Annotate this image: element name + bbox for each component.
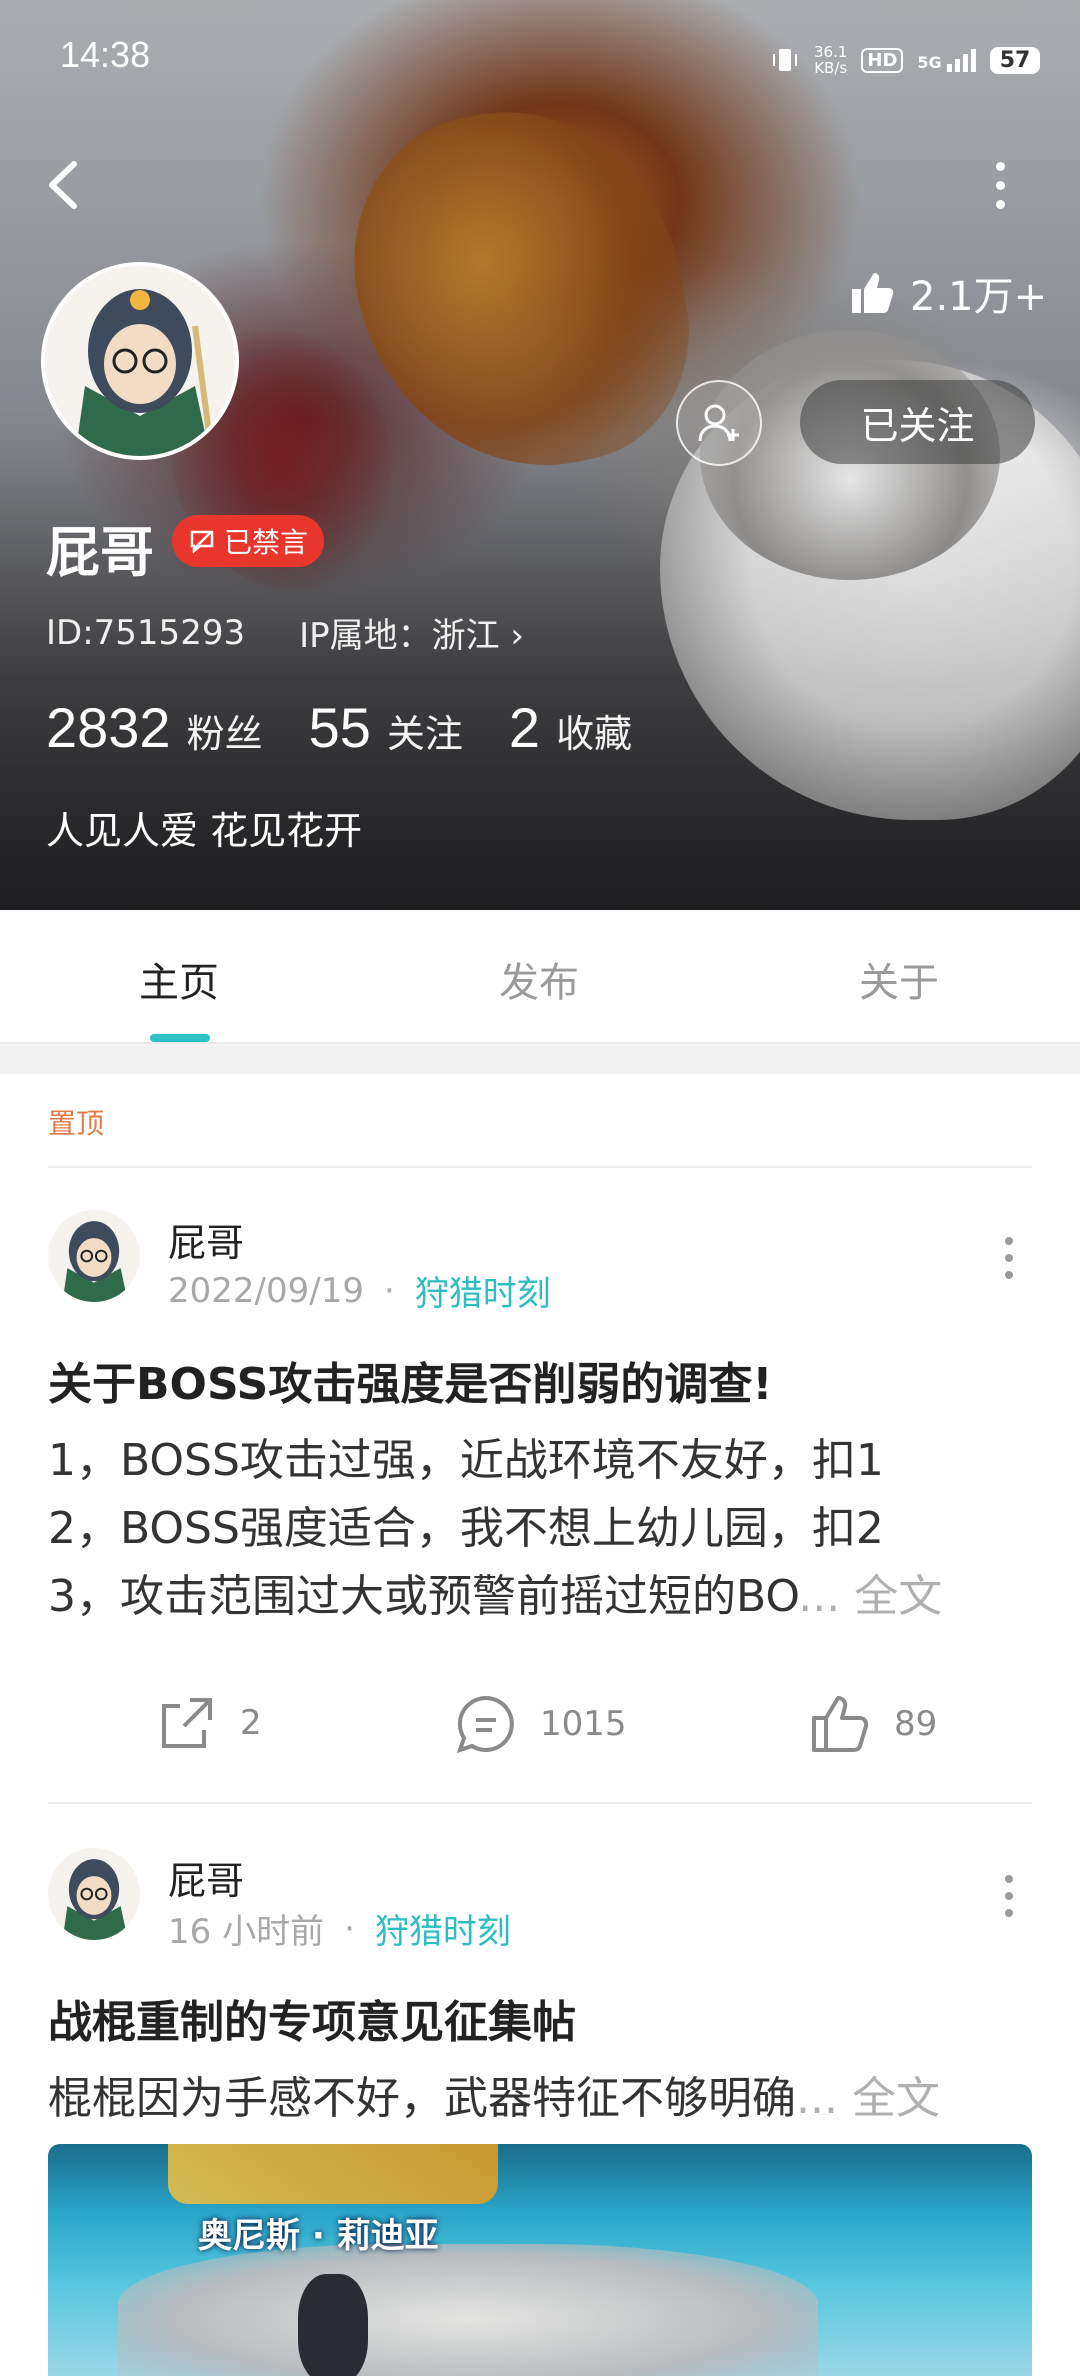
post-image[interactable]: 奥尼斯 · 莉迪亚 (48, 2144, 1032, 2376)
post-more-icon[interactable] (994, 1866, 1024, 1926)
like-count: 89 (894, 1704, 938, 1744)
back-button[interactable] (40, 150, 90, 220)
divider (48, 1802, 1032, 1804)
post-body-line[interactable]: 2，BOSS强度适合，我不想上幼儿园，扣2 (48, 1492, 884, 1556)
profile-tabs: 主页 发布 关于 (0, 910, 1080, 1044)
comment-action[interactable]: 1015 (454, 1692, 627, 1756)
following-count[interactable]: 55 (309, 695, 371, 760)
follow-button[interactable]: 已关注 (800, 380, 1035, 464)
post-date: 16 小时前 (168, 1912, 325, 1952)
chat-bubble-icon (190, 530, 214, 554)
post-meta: 16 小时前 · 狩猎时刻 (168, 1904, 511, 1953)
post-topic[interactable]: 狩猎时刻 (375, 1904, 511, 1953)
full-text-link[interactable]: 全文 (854, 1571, 942, 1622)
image-banner (168, 2144, 498, 2204)
avatar-illustration (48, 1848, 140, 1940)
avatar-illustration (45, 266, 235, 456)
post-body-line[interactable]: 1，BOSS攻击过强，近战环境不友好，扣1 (48, 1424, 884, 1488)
avatar[interactable] (45, 266, 235, 456)
following-label[interactable]: 关注 (387, 703, 463, 758)
avatar-illustration (48, 1210, 140, 1302)
post-topic[interactable]: 狩猎时刻 (415, 1266, 551, 1315)
post-ellipsis: ... (798, 1571, 855, 1622)
id-ip-line: ID:7515293 IP属地：浙江 › (46, 608, 524, 657)
signal-icon: 5G (917, 48, 976, 72)
tab-about[interactable]: 关于 (859, 950, 939, 1008)
active-tab-indicator (150, 1034, 210, 1042)
post-more-icon[interactable] (994, 1228, 1024, 1288)
ip-location[interactable]: IP属地：浙江 › (299, 608, 524, 657)
comment-icon (456, 1695, 514, 1754)
share-count: 2 (240, 1703, 262, 1743)
full-text-link[interactable]: 全文 (852, 2073, 940, 2124)
hd-icon: HD (861, 47, 904, 73)
back-arrow-icon (49, 161, 77, 209)
post-avatar[interactable] (48, 1210, 140, 1302)
like-action[interactable]: 89 (808, 1692, 937, 1756)
divider (48, 1166, 1032, 1168)
battery-icon: 57 (989, 46, 1041, 74)
add-friend-button[interactable] (676, 380, 762, 466)
followers-label[interactable]: 粉丝 (187, 703, 263, 758)
post-author[interactable]: 屁哥 (168, 1212, 244, 1267)
network-speed: 36.1 KB/s (814, 43, 848, 77)
status-icons: 36.1 KB/s HD 5G 57 (770, 40, 1041, 80)
post-body-line[interactable]: 棍棍因为手感不好，武器特征不够明确... 全文 (48, 2062, 940, 2126)
likes-count: 2.1万+ (910, 274, 1048, 320)
profile-stats: 2832 粉丝 55 关注 2 收藏 (46, 695, 678, 760)
pinned-label: 置顶 (48, 1107, 105, 1140)
add-friend-icon (698, 404, 739, 442)
username: 屁哥 (46, 521, 154, 584)
post-ellipsis: ... (796, 2073, 852, 2124)
post-title[interactable]: 战棍重制的专项意见征集帖 (48, 1986, 576, 2050)
image-character (298, 2274, 368, 2376)
tab-home[interactable]: 主页 (139, 950, 219, 1008)
share-action[interactable]: 2 (156, 1692, 262, 1754)
meta-separator: · (383, 1270, 395, 1311)
post-title[interactable]: 关于BOSS攻击强度是否削弱的调查! (48, 1348, 772, 1412)
bio: 人见人爱 花见花开 (46, 809, 363, 853)
post-avatar[interactable] (48, 1848, 140, 1940)
post-body-line[interactable]: 3，攻击范围过大或预警前摇过短的BO... 全文 (48, 1560, 942, 1624)
post-meta: 2022/09/19 · 狩猎时刻 (168, 1266, 551, 1315)
favorites-count[interactable]: 2 (509, 695, 540, 760)
comment-count: 1015 (540, 1704, 627, 1744)
image-caption: 奥尼斯 · 莉迪亚 (198, 2216, 439, 2256)
thumb-up-icon (852, 273, 894, 313)
likes-total: 2.1万+ (848, 264, 1047, 322)
ban-badge-label: 已禁言 (224, 526, 309, 559)
share-icon (162, 1698, 212, 1748)
user-id: ID:7515293 (46, 612, 246, 653)
tab-posts[interactable]: 发布 (499, 950, 579, 1008)
post-author[interactable]: 屁哥 (168, 1850, 244, 1905)
image-rock (118, 2244, 818, 2376)
more-vertical-icon[interactable] (970, 150, 1030, 220)
like-icon (812, 1696, 869, 1752)
post-date: 2022/09/19 (168, 1270, 364, 1311)
ban-badge: 已禁言 (172, 515, 325, 567)
section-separator (0, 1044, 1080, 1074)
followers-count[interactable]: 2832 (46, 695, 171, 760)
favorites-label[interactable]: 收藏 (556, 703, 632, 758)
meta-separator: · (344, 1908, 355, 1949)
vibrate-icon (773, 49, 797, 71)
status-time: 14:38 (60, 34, 151, 75)
